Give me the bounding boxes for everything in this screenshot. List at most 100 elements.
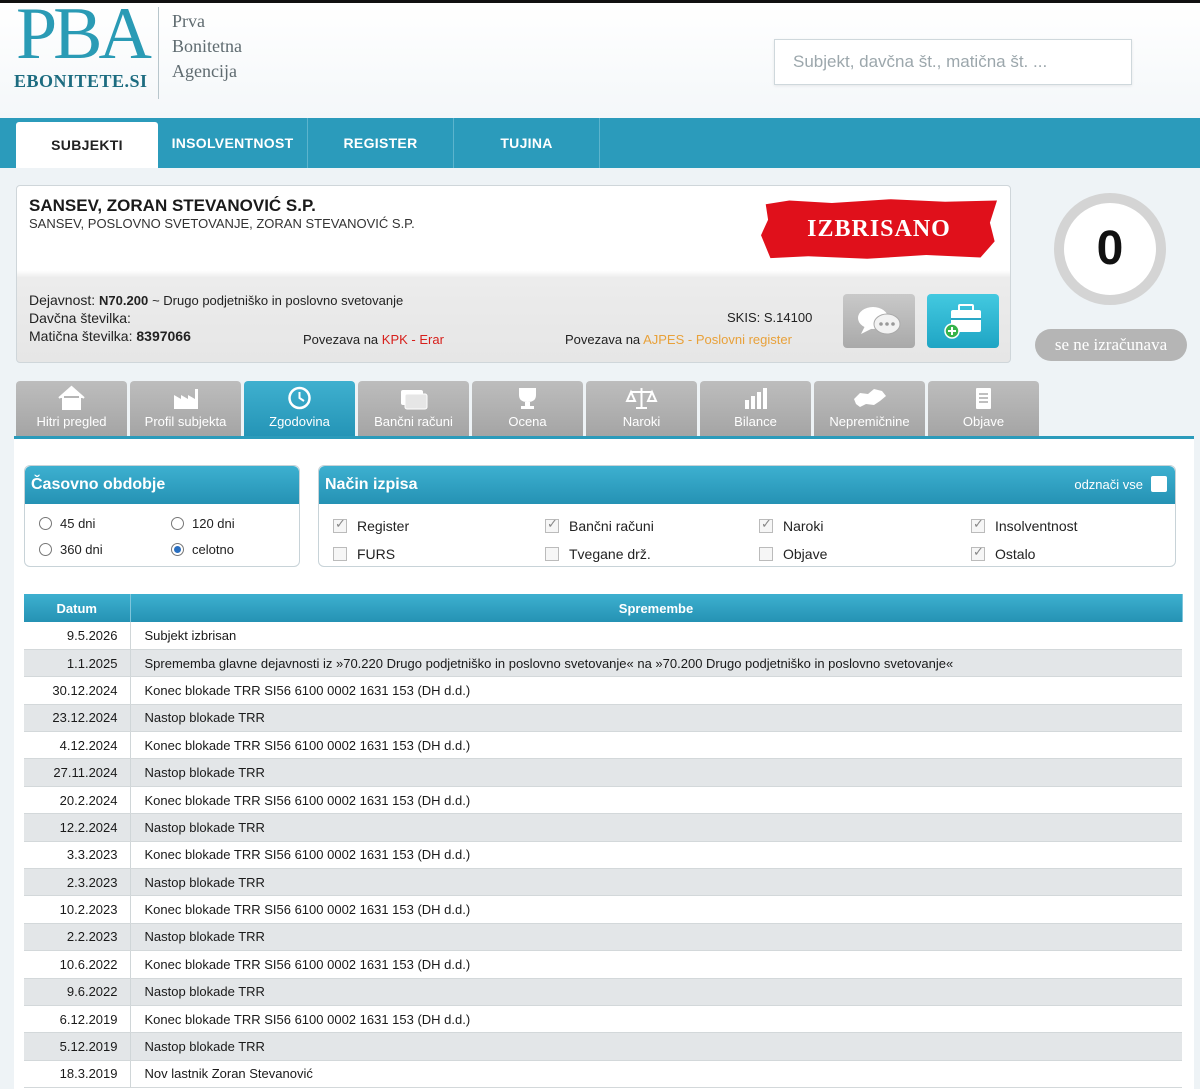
radio-120-dni[interactable]: 120 dni — [171, 516, 235, 531]
registration-number-label: Matična številka: — [29, 328, 133, 344]
slovenia-map-icon — [854, 389, 886, 407]
radio-celotno[interactable]: celotno — [171, 542, 234, 557]
checkbox-bancni-racuni[interactable]: Bančni računi — [545, 516, 654, 534]
table-body: 9.5.2026 Subjekt izbrisan 1.1.2025 Sprememb… — [24, 622, 1182, 1089]
tab-label: Bančni računi — [374, 414, 453, 429]
tab-label: Ocena — [508, 414, 547, 429]
row-change: Nastop blokade TRR — [130, 758, 1182, 787]
table-row: 12.2.2024 Nastop blokade TRR — [24, 813, 1182, 842]
kpk-link-row: Povezava na KPK - Erar — [303, 332, 444, 347]
agency-line-2: Bonitetna — [172, 36, 242, 56]
checkbox-insolventnost[interactable]: Insolventnost — [971, 516, 1078, 534]
checkbox-objave[interactable]: Objave — [759, 546, 827, 562]
deselect-all[interactable]: odznači vse — [1074, 476, 1167, 494]
tab-hitri-pregled[interactable]: Hitri pregled — [16, 381, 127, 437]
search-input[interactable] — [775, 40, 1131, 84]
radio-label: 45 dni — [60, 516, 96, 531]
checkbox-ostalo[interactable]: Ostalo — [971, 544, 1035, 562]
briefcase-add-icon — [944, 304, 981, 339]
deselect-all-checkbox[interactable] — [1151, 476, 1167, 492]
display-mode-title-text: Način izpisa — [325, 476, 418, 493]
tab-naroki[interactable]: Naroki — [586, 381, 697, 437]
row-date: 18.3.2019 — [24, 1060, 131, 1089]
checkbox-label: Register — [357, 518, 410, 534]
tab-label: Bilance — [734, 414, 777, 429]
nav-tab-register[interactable]: REGISTER — [308, 118, 454, 168]
nav-tab-subjekti[interactable]: SUBJEKTI — [16, 122, 158, 168]
table-row: 23.12.2024 Nastop blokade TRR — [24, 704, 1182, 733]
row-date: 10.2.2023 — [24, 895, 131, 924]
table-row: 18.3.2019 Nov lastnik Zoran Stevanović — [24, 1060, 1182, 1089]
main-nav: SUBJEKTI INSOLVENTNOST REGISTER TUJINA — [0, 118, 1200, 168]
tab-profil-subjekta[interactable]: Profil subjekta — [130, 381, 241, 437]
search-box — [774, 39, 1132, 85]
row-date: 2.3.2023 — [24, 868, 131, 897]
factory-icon — [174, 389, 198, 409]
logo-domain: EBONITETE.SI — [14, 71, 148, 91]
site-header: PBA EBONITETE.SI Prva Bonitetna Agencija — [0, 0, 1200, 118]
tax-number-label: Davčna številka: — [29, 310, 131, 326]
row-change: Konec blokade TRR SI56 6100 0002 1631 15… — [130, 950, 1182, 979]
tab-objave[interactable]: Objave — [928, 381, 1039, 437]
row-change: Sprememba glavne dejavnosti iz »70.220 D… — [130, 649, 1182, 678]
checkbox-naroki[interactable]: Naroki — [759, 516, 823, 534]
checkbox-box — [971, 544, 985, 561]
checkbox-tvegane-drz[interactable]: Tvegane drž. — [545, 546, 651, 562]
ajpes-link[interactable]: AJPES - Poslovni register — [643, 332, 792, 347]
activity-description: ~ Drugo podjetniško in poslovno svetovan… — [152, 293, 404, 308]
nav-tab-insolventnost[interactable]: INSOLVENTNOST — [158, 118, 308, 168]
radio-360-dni[interactable]: 360 dni — [39, 542, 103, 557]
subject-name: SANSEV, ZORAN STEVANOVIĆ S.P. — [29, 196, 316, 215]
agency-line-1: Prva — [172, 11, 205, 31]
period-filter-box: Časovno obdobje 45 dni 120 dni 360 dni c… — [24, 465, 300, 567]
tab-ocena[interactable]: Ocena — [472, 381, 583, 437]
table-row: 10.6.2022 Konec blokade TRR SI56 6100 000… — [24, 950, 1182, 979]
deselect-all-label: odznači vse — [1074, 477, 1143, 492]
history-panel: Časovno obdobje 45 dni 120 dni 360 dni c… — [14, 436, 1194, 1089]
checkbox-label: FURS — [357, 546, 396, 562]
tab-label: Objave — [962, 414, 1005, 429]
checkbox-label: Objave — [783, 546, 828, 562]
row-change: Konec blokade TRR SI56 6100 0002 1631 15… — [130, 1005, 1182, 1034]
table-row: 2.3.2023 Nastop blokade TRR — [24, 868, 1182, 897]
period-filter-title: Časovno obdobje — [25, 466, 299, 504]
kpk-erar-link[interactable]: KPK - Erar — [382, 332, 444, 347]
tax-number-row: Davčna številka: — [29, 310, 131, 326]
checkbox-box — [545, 516, 559, 533]
row-change: Nastop blokade TRR — [130, 813, 1182, 842]
column-header-changes[interactable]: Spremembe — [130, 594, 1183, 622]
tab-zgodovina[interactable]: Zgodovina — [244, 381, 355, 437]
table-row: 4.12.2024 Konec blokade TRR SI56 6100 000… — [24, 731, 1182, 760]
nav-tab-tujina[interactable]: TUJINA — [454, 118, 600, 168]
table-row: 30.12.2024 Konec blokade TRR SI56 6100 00… — [24, 676, 1182, 705]
table-row: 10.2.2023 Konec blokade TRR SI56 6100 000… — [24, 895, 1182, 924]
checkbox-furs[interactable]: FURS — [333, 546, 395, 562]
add-to-portfolio-button[interactable] — [927, 294, 999, 348]
radio-circle — [39, 543, 52, 556]
checkbox-label: Bančni računi — [569, 518, 654, 534]
activity-label: Dejavnost: — [29, 292, 96, 308]
tab-bilance[interactable]: Bilance — [700, 381, 811, 437]
row-change: Konec blokade TRR SI56 6100 0002 1631 15… — [130, 895, 1182, 924]
comment-button[interactable] — [843, 294, 915, 348]
radio-label: celotno — [192, 542, 234, 557]
row-change: Nastop blokade TRR — [130, 923, 1182, 952]
tab-label: Hitri pregled — [36, 414, 107, 429]
subject-card: SANSEV, ZORAN STEVANOVIĆ S.P. SANSEV, PO… — [16, 185, 1011, 363]
chat-bubbles-icon — [858, 307, 901, 335]
column-header-date[interactable]: Datum — [24, 594, 131, 622]
radio-circle — [39, 517, 52, 530]
radio-label: 120 dni — [192, 516, 235, 531]
radio-45-dni[interactable]: 45 dni — [39, 516, 95, 531]
table-row: 6.12.2019 Konec blokade TRR SI56 6100 000… — [24, 1005, 1182, 1034]
tab-bancni-racuni[interactable]: Bančni računi — [358, 381, 469, 437]
checkbox-register[interactable]: Register — [333, 516, 410, 534]
registration-number-value: 8397066 — [136, 328, 191, 344]
row-date: 3.3.2023 — [24, 841, 131, 870]
home-icon — [58, 385, 85, 410]
table-header-row: Datum Spremembe — [24, 594, 1183, 622]
pba-logo[interactable]: PBA EBONITETE.SI — [12, 0, 160, 99]
checkbox-box — [333, 547, 347, 561]
checkbox-label: Tvegane drž. — [569, 546, 651, 562]
tab-nepremicnine[interactable]: Nepremičnine — [814, 381, 925, 437]
